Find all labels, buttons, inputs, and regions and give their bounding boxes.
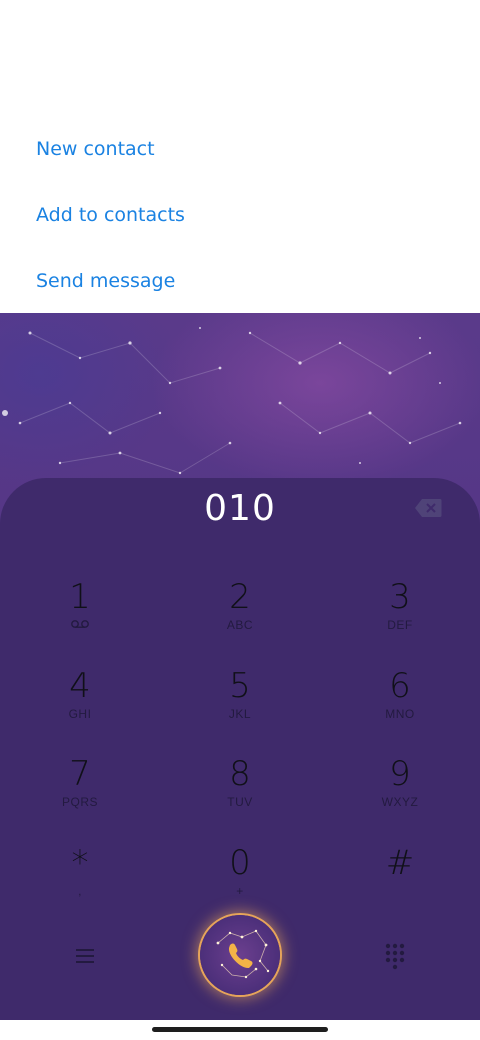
key-letters: + — [236, 884, 244, 898]
key-digit: 4 — [69, 666, 91, 706]
key-8[interactable]: 8 TUV — [180, 754, 300, 834]
key-0[interactable]: 0 + — [180, 843, 300, 923]
key-2[interactable]: 2 ABC — [180, 577, 300, 657]
key-digit: 5 — [229, 666, 251, 706]
contact-actions-panel: New contact Add to contacts Send message — [0, 0, 480, 313]
new-contact-button[interactable]: New contact — [36, 138, 155, 160]
key-9[interactable]: 9 WXYZ — [340, 754, 460, 834]
key-star[interactable]: * , — [20, 843, 140, 923]
key-letters: WXYZ — [381, 795, 419, 809]
add-to-contacts-button[interactable]: Add to contacts — [36, 204, 185, 226]
key-4[interactable]: 4 GHI — [20, 666, 140, 746]
key-digit: 6 — [389, 666, 411, 706]
key-letters: JKL — [228, 707, 252, 721]
dialpad-icon[interactable] — [383, 942, 407, 970]
voicemail-icon — [20, 618, 140, 632]
menu-icon[interactable] — [70, 944, 100, 968]
key-letters: , — [78, 884, 82, 898]
key-7[interactable]: 7 PQRS — [20, 754, 140, 834]
key-letters: PQRS — [61, 795, 98, 809]
key-3[interactable]: 3 DEF — [340, 577, 460, 657]
key-digit: * — [71, 843, 89, 883]
key-letters: DEF — [387, 618, 413, 632]
key-letters: ABC — [226, 618, 254, 632]
key-digit: 0 — [229, 843, 251, 883]
phone-icon — [216, 929, 270, 979]
key-digit: 8 — [229, 754, 251, 794]
key-1[interactable]: 1 — [20, 577, 140, 657]
home-indicator[interactable] — [152, 1027, 328, 1032]
key-digit: 9 — [389, 754, 411, 794]
key-digit: 1 — [69, 577, 91, 617]
key-digit: 3 — [389, 577, 411, 617]
key-digit: # — [385, 843, 415, 883]
dialed-number: 010 — [204, 488, 276, 529]
key-5[interactable]: 5 JKL — [180, 666, 300, 746]
key-6[interactable]: 6 MNO — [340, 666, 460, 746]
key-digit: 2 — [229, 577, 251, 617]
call-button[interactable] — [200, 915, 280, 995]
backspace-icon[interactable] — [414, 498, 442, 518]
key-letters: TUV — [227, 795, 253, 809]
key-letters: GHI — [68, 707, 92, 721]
key-hash[interactable]: # — [340, 843, 460, 923]
key-digit: 7 — [69, 754, 91, 794]
send-message-button[interactable]: Send message — [36, 270, 175, 292]
key-letters: MNO — [385, 707, 415, 721]
